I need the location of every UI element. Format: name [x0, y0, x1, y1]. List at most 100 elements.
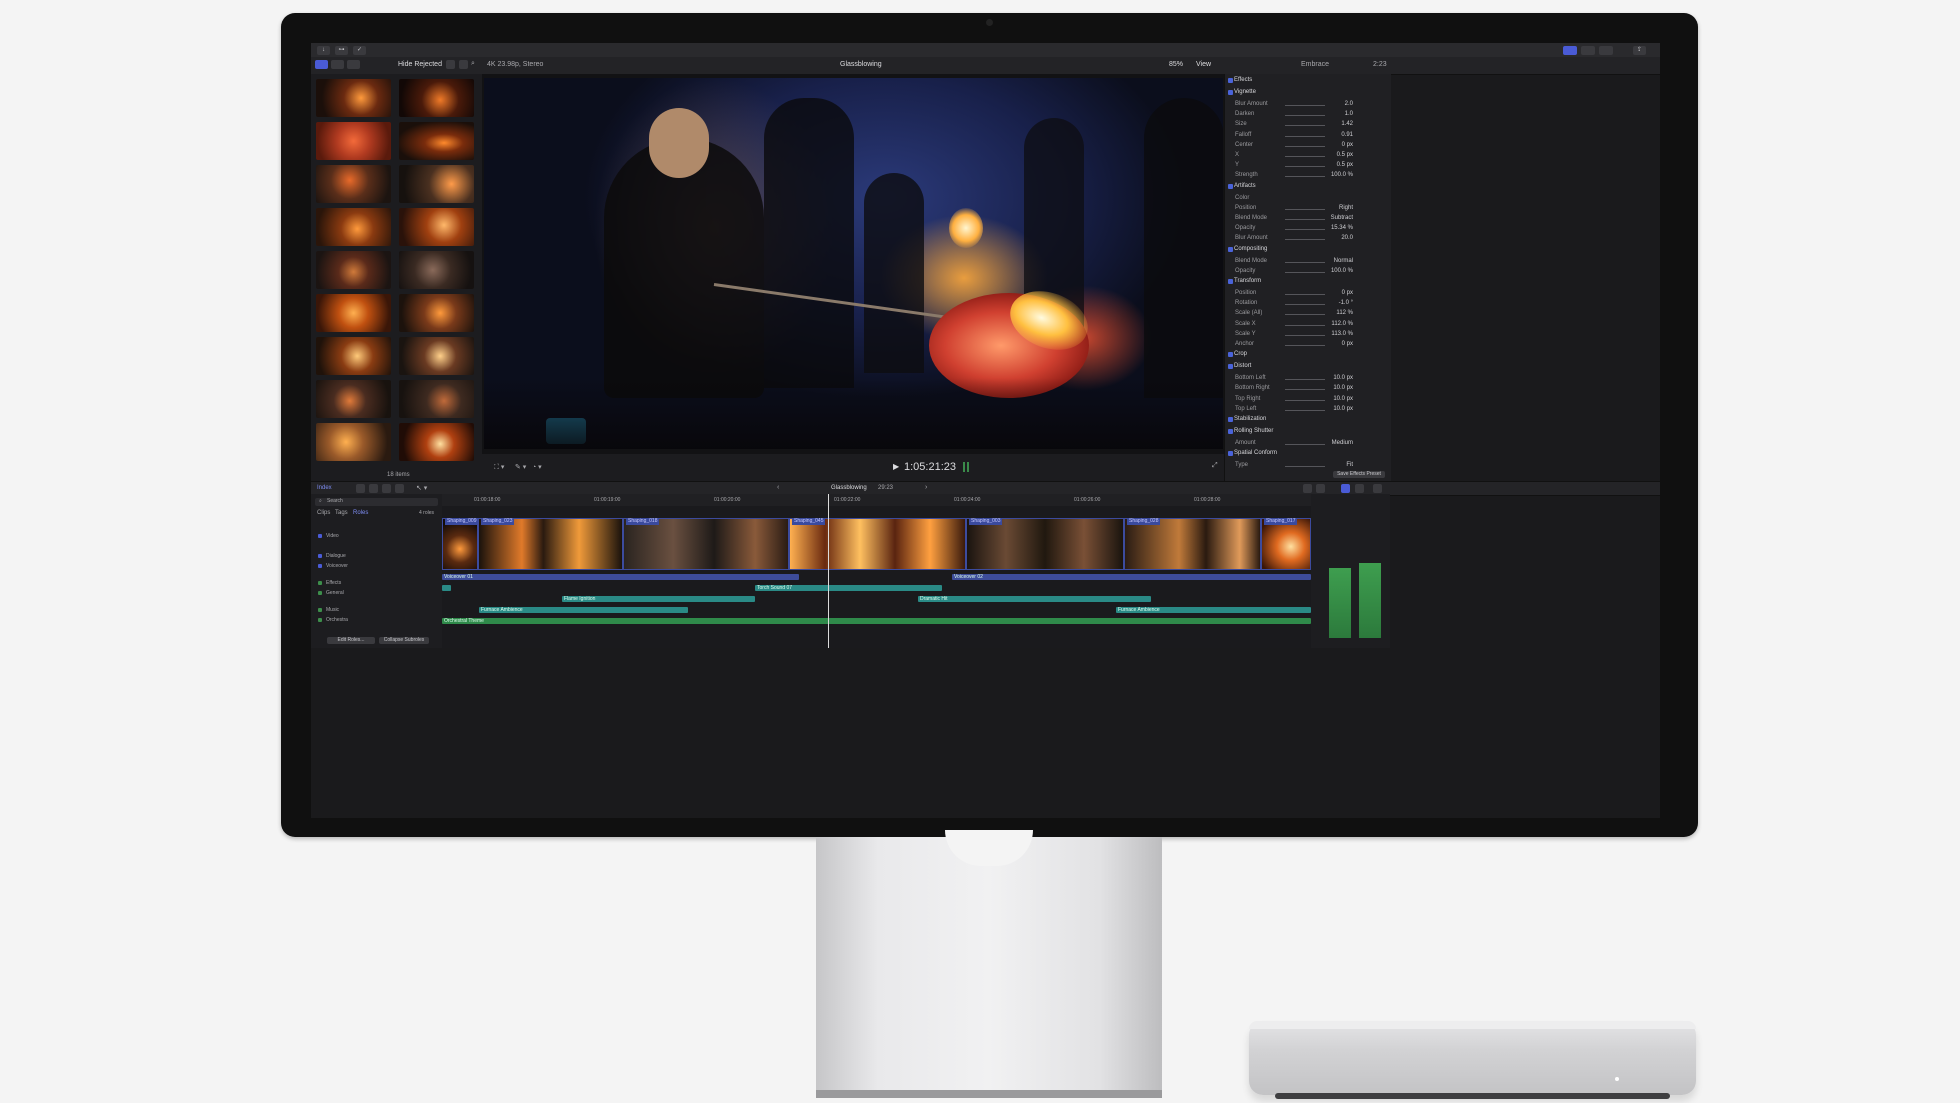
timecode-display[interactable]: 1:05:21:23: [904, 461, 956, 473]
share-icon[interactable]: ⇪: [1633, 46, 1646, 55]
checkbox-icon[interactable]: [1228, 429, 1233, 434]
play-icon[interactable]: ▶: [893, 462, 899, 471]
param-slider[interactable]: [1285, 379, 1325, 381]
param-slider[interactable]: [1285, 409, 1325, 411]
clip-thumbnail[interactable]: [316, 165, 391, 203]
clip-thumbnail[interactable]: [399, 208, 474, 246]
video-clip[interactable]: Shaping_023: [478, 518, 623, 570]
inspector-param-value[interactable]: -1.0 °: [1339, 300, 1353, 306]
inspector-row[interactable]: Blend Mode Subtract: [1225, 215, 1391, 225]
inspector-param-value[interactable]: 0.91: [1341, 132, 1353, 138]
inspector-row[interactable]: Crop: [1225, 351, 1391, 361]
inspector-param-value[interactable]: 1.42: [1341, 121, 1353, 127]
clip-thumbnail[interactable]: [399, 122, 474, 160]
inspector-row[interactable]: Rolling Shutter: [1225, 428, 1391, 438]
inspector-row[interactable]: Bottom Left 10.0 px: [1225, 375, 1391, 385]
checkbox-icon[interactable]: [1228, 417, 1233, 422]
inspector-param-value[interactable]: 112 %: [1336, 310, 1353, 316]
inspector-row[interactable]: Compositing: [1225, 246, 1391, 256]
inspector-row[interactable]: Blur Amount 20.0: [1225, 235, 1391, 245]
background-tasks-icon[interactable]: ✓: [353, 46, 366, 55]
inspector-row[interactable]: Color: [1225, 195, 1391, 205]
audio-clip-effect[interactable]: [442, 585, 451, 591]
checkbox-icon[interactable]: [1228, 451, 1233, 457]
inspector-row[interactable]: Amount Medium: [1225, 440, 1391, 450]
param-slider[interactable]: [1285, 135, 1325, 137]
insert-clip-icon[interactable]: [369, 484, 378, 493]
inspector-row[interactable]: Scale Y 113.0 %: [1225, 331, 1391, 341]
titles-icon[interactable]: [347, 60, 360, 69]
inspector-row[interactable]: Falloff 0.91: [1225, 132, 1391, 142]
inspector-row[interactable]: Bottom Right 10.0 px: [1225, 385, 1391, 395]
video-clip[interactable]: Shaping_045: [789, 518, 966, 570]
photos-audio-icon[interactable]: [331, 60, 344, 69]
project-name[interactable]: Glassblowing: [831, 485, 867, 491]
inspector-param-value[interactable]: Normal: [1334, 258, 1353, 264]
inspector-row[interactable]: Blend Mode Normal: [1225, 258, 1391, 268]
param-slider[interactable]: [1285, 261, 1325, 263]
color-tool-icon[interactable]: ✎ ▾: [515, 463, 526, 471]
inspector-param-value[interactable]: 0 px: [1342, 142, 1353, 148]
inspector-row[interactable]: Position Right: [1225, 205, 1391, 215]
inspector-row[interactable]: Top Right 10.0 px: [1225, 396, 1391, 406]
inspector-row[interactable]: Spatial Conform: [1225, 450, 1391, 460]
inspector-row[interactable]: Artifacts: [1225, 183, 1391, 193]
param-slider[interactable]: [1285, 145, 1325, 147]
clip-thumbnail[interactable]: [399, 165, 474, 203]
inspector-row[interactable]: Opacity 100.0 %: [1225, 268, 1391, 278]
role-dialogue[interactable]: Dialogue: [315, 552, 437, 561]
param-slider[interactable]: [1285, 239, 1325, 241]
search-icon[interactable]: ⌕: [471, 60, 475, 68]
clip-thumbnail[interactable]: [316, 423, 391, 461]
param-slider[interactable]: [1285, 125, 1325, 127]
inspector-row[interactable]: Position 0 px: [1225, 290, 1391, 300]
param-slider[interactable]: [1285, 324, 1325, 326]
save-effects-preset-button[interactable]: Save Effects Preset: [1333, 471, 1385, 478]
audio-clip-ambience[interactable]: Furnace Ambience: [479, 607, 688, 613]
param-slider[interactable]: [1285, 229, 1325, 231]
layout-timeline-icon[interactable]: [1581, 46, 1595, 55]
video-clip[interactable]: Shaping_018: [623, 518, 789, 570]
clip-thumbnail[interactable]: [399, 294, 474, 332]
history-forward-icon[interactable]: ›: [925, 484, 927, 491]
param-slider[interactable]: [1285, 389, 1325, 391]
clip-thumbnail[interactable]: [316, 294, 391, 332]
inspector-param-value[interactable]: 113.0 %: [1331, 331, 1353, 337]
audio-clip-ambience[interactable]: Furnace Ambience: [1116, 607, 1311, 613]
param-slider[interactable]: [1285, 176, 1325, 178]
role-music[interactable]: Music: [315, 606, 437, 615]
import-icon[interactable]: ↓: [317, 46, 330, 55]
inspector-row[interactable]: Effects: [1225, 77, 1391, 87]
transform-tool-icon[interactable]: ⛶ ▾: [494, 463, 504, 472]
inspector-param-value[interactable]: Subtract: [1331, 215, 1353, 221]
clip-thumbnail[interactable]: [399, 380, 474, 418]
edit-roles-button[interactable]: Edit Roles...: [327, 637, 375, 644]
checkbox-icon[interactable]: [1228, 78, 1233, 83]
inspector-row[interactable]: Opacity 15.34 %: [1225, 225, 1391, 235]
timeline-ruler[interactable]: 01:00:18:00 01:00:19:00 01:00:20:00 01:0…: [442, 494, 1311, 506]
index-tab-roles[interactable]: Roles: [353, 510, 368, 516]
clip-appearance-icon[interactable]: [446, 60, 455, 69]
inspector-row[interactable]: Stabilization: [1225, 416, 1391, 426]
checkbox-icon[interactable]: [1228, 90, 1233, 95]
clip-thumbnail[interactable]: [316, 79, 391, 117]
param-slider[interactable]: [1285, 444, 1325, 445]
effects-browser-icon[interactable]: [1373, 484, 1382, 493]
inspector-param-value[interactable]: 10.0 px: [1333, 385, 1353, 391]
inspector-param-value[interactable]: Medium: [1332, 440, 1353, 446]
inspector-row[interactable]: X 0.5 px: [1225, 152, 1391, 162]
overwrite-clip-icon[interactable]: [395, 484, 404, 493]
solo-icon[interactable]: [1316, 484, 1325, 493]
inspector-row[interactable]: Center 0 px: [1225, 142, 1391, 152]
history-back-icon[interactable]: ‹: [777, 484, 779, 491]
checkbox-icon[interactable]: [1228, 364, 1233, 370]
browser-filter-menu[interactable]: Hide Rejected: [398, 61, 442, 68]
index-tab-tags[interactable]: Tags: [335, 510, 348, 516]
connect-clip-icon[interactable]: [356, 484, 365, 493]
speed-tool-icon[interactable]: ◔ ▾: [532, 463, 542, 471]
inspector-param-value[interactable]: 10.0 px: [1333, 406, 1353, 412]
inspector-row[interactable]: Top Left 10.0 px: [1225, 406, 1391, 416]
clip-thumbnail[interactable]: [399, 423, 474, 461]
clip-thumbnail[interactable]: [316, 122, 391, 160]
inspector-row[interactable]: Blur Amount 2.0: [1225, 101, 1391, 111]
